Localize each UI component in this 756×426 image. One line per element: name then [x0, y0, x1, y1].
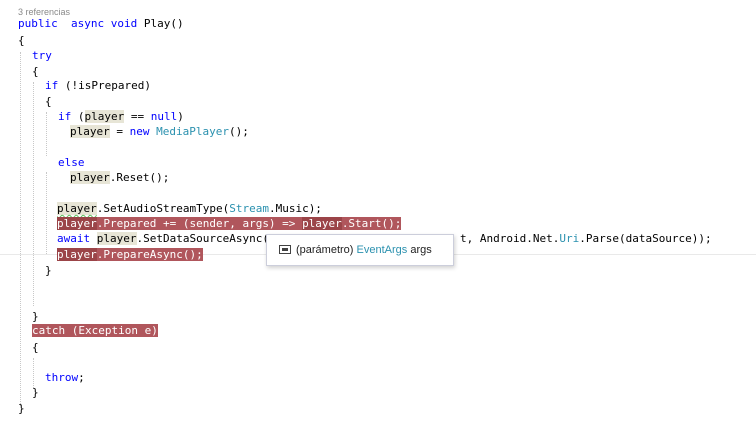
breakpoint-highlight: .Start();	[341, 217, 402, 230]
keyword: null	[150, 110, 178, 123]
code-editor[interactable]: 3 referencias public async void Play() {…	[0, 0, 756, 426]
keyword: try	[32, 49, 52, 62]
catch-clause: catch (Exception e)	[32, 324, 158, 337]
code-line[interactable]: }	[32, 309, 39, 324]
code-line[interactable]: {	[32, 340, 39, 355]
code-text: .Parse(dataSource));	[579, 232, 712, 245]
code-text: )	[177, 110, 184, 123]
code-line[interactable]: {	[18, 33, 25, 48]
quick-info-tooltip: (parámetro) EventArgs args	[266, 234, 454, 266]
brace: }	[18, 402, 25, 415]
highlighted-reference[interactable]: player	[70, 171, 110, 184]
indent-guide	[33, 82, 34, 306]
brace: }	[32, 386, 39, 399]
indent-guide	[20, 52, 21, 406]
code-line[interactable]: else	[58, 155, 85, 170]
code-line-continued[interactable]: t, Android.Net.Uri.Parse(dataSource));	[460, 231, 712, 246]
type-name: Stream	[229, 202, 269, 215]
code-line[interactable]: public async void Play()	[18, 16, 184, 31]
highlighted-reference[interactable]: player	[302, 217, 342, 230]
code-text: =	[109, 125, 130, 138]
code-text: .SetAudioStreamType(	[96, 202, 230, 215]
code-line[interactable]: try	[32, 48, 52, 63]
tooltip-prefix: (parámetro)	[296, 244, 357, 256]
code-text: ;	[78, 371, 85, 384]
keyword: if	[58, 110, 72, 123]
type-name: Uri	[559, 232, 580, 245]
code-line[interactable]: }	[32, 385, 39, 400]
code-line[interactable]: }	[45, 263, 52, 278]
brace: {	[45, 95, 52, 108]
brace: {	[18, 34, 25, 47]
code-text: .Music);	[268, 202, 322, 215]
brace: {	[32, 341, 39, 354]
tooltip-name: args	[407, 244, 432, 256]
highlighted-reference[interactable]: player	[57, 248, 97, 261]
keyword: await	[57, 232, 91, 245]
highlighted-reference[interactable]: player	[70, 125, 110, 138]
breakpoint-highlight: .PrepareAsync();	[96, 248, 203, 261]
code-line[interactable]: {	[45, 94, 52, 109]
condition: (!isPrepared)	[58, 79, 151, 92]
breakpoint-line[interactable]: catch (Exception e)	[32, 323, 158, 338]
code-line[interactable]: }	[18, 401, 25, 416]
code-text: ();	[228, 125, 249, 138]
method-signature: Play()	[137, 17, 184, 30]
breakpoint-line[interactable]: player.PrepareAsync();	[57, 247, 203, 262]
brace: }	[32, 310, 39, 323]
keyword: async	[71, 17, 105, 30]
code-line[interactable]: throw;	[45, 370, 85, 385]
keyword: new	[129, 125, 150, 138]
code-text: ==	[124, 110, 151, 123]
highlighted-reference[interactable]: player	[84, 110, 125, 123]
keyword: else	[58, 156, 85, 169]
code-text: .Reset();	[109, 171, 170, 184]
keyword: void	[110, 17, 138, 30]
keyword: public	[18, 17, 58, 30]
indent-guide	[46, 112, 47, 156]
code-line[interactable]: player.SetAudioStreamType(Stream.Music);	[57, 201, 322, 216]
code-text: t, Android.Net.	[460, 232, 560, 245]
parameter-icon	[279, 245, 291, 254]
highlighted-reference[interactable]: player	[57, 217, 97, 230]
type-name: MediaPlayer	[156, 125, 229, 138]
code-line[interactable]: player.Reset();	[70, 170, 169, 185]
indent-guide	[46, 172, 47, 254]
breakpoint-line[interactable]: player.Prepared += (sender, args) => pla…	[57, 216, 402, 231]
code-line[interactable]: if (!isPrepared)	[45, 78, 151, 93]
breakpoint-highlight: .Prepared += (sender, args) =>	[96, 217, 303, 230]
code-line[interactable]: await player.SetDataSourceAsync(A	[57, 231, 276, 246]
code-text: .SetDataSourceAsync(A	[136, 232, 276, 245]
code-text: (	[71, 110, 85, 123]
code-line[interactable]: player = new MediaPlayer();	[70, 124, 249, 139]
code-line[interactable]: if (player == null)	[58, 109, 184, 124]
keyword: throw	[45, 371, 79, 384]
code-line[interactable]: {	[32, 64, 39, 79]
brace: }	[45, 264, 52, 277]
indent-guide	[33, 358, 34, 388]
highlighted-reference[interactable]: player	[57, 202, 97, 215]
brace: {	[32, 65, 39, 78]
tooltip-type[interactable]: EventArgs	[357, 244, 408, 256]
highlighted-reference[interactable]: player	[96, 232, 137, 245]
keyword: if	[45, 79, 59, 92]
